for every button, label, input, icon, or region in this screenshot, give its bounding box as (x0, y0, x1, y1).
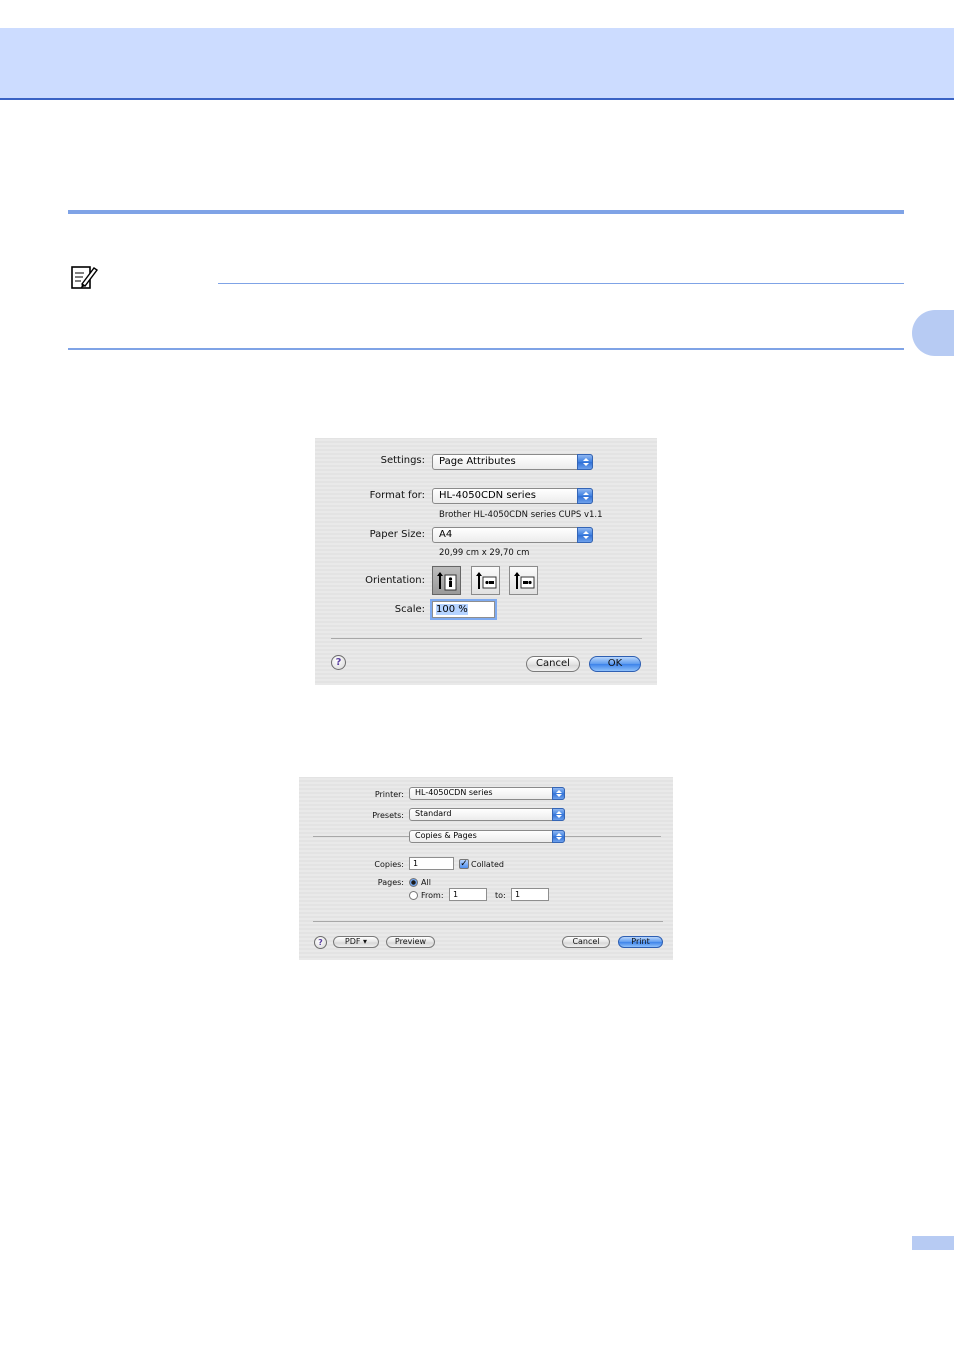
pages-all-label: All (421, 878, 431, 887)
pages-from-radio[interactable] (409, 891, 418, 900)
collated-checkbox[interactable]: ✓ (459, 859, 469, 869)
orientation-portrait-button[interactable] (432, 566, 461, 595)
chapter-tab (912, 310, 954, 356)
popup-arrows-icon (577, 527, 593, 543)
scale-value: 100 % (436, 604, 468, 615)
cancel-button[interactable]: Cancel (526, 656, 580, 672)
popup-arrows-icon (552, 787, 565, 800)
panel-separator-right (565, 836, 661, 837)
pages-from-input[interactable]: 1 (449, 888, 487, 901)
popup-arrows-icon (552, 808, 565, 821)
copies-input[interactable]: 1 (409, 857, 454, 870)
presets-popup[interactable]: Standard (409, 808, 565, 821)
format-for-description: Brother HL-4050CDN series CUPS v1.1 (439, 510, 603, 520)
popup-arrows-icon (577, 488, 593, 504)
paper-size-label: Paper Size: (369, 529, 425, 540)
scale-label: Scale: (394, 604, 425, 615)
reverse-landscape-orientation-icon (514, 572, 535, 589)
orientation-reverse-landscape-button[interactable] (509, 566, 538, 595)
paper-size-value: A4 (439, 529, 453, 540)
printer-popup[interactable]: HL-4050CDN series (409, 787, 565, 800)
format-for-label: Format for: (369, 490, 425, 501)
note-divider (218, 283, 904, 284)
pages-all-radio[interactable] (409, 878, 418, 887)
pages-to-input[interactable]: 1 (511, 888, 549, 901)
print-dialog: Printer: HL-4050CDN series Presets: Stan… (299, 777, 673, 960)
settings-value: Page Attributes (439, 456, 516, 467)
pages-from-label: From: (421, 891, 444, 900)
paper-size-description: 20,99 cm x 29,70 cm (439, 548, 530, 558)
orientation-landscape-button[interactable] (471, 566, 500, 595)
note-icon (70, 264, 99, 290)
pages-to-label: to: (495, 891, 506, 900)
footer-separator (313, 921, 663, 922)
panel-popup[interactable]: Copies & Pages (409, 830, 565, 843)
settings-label: Settings: (380, 455, 425, 466)
preview-button[interactable]: Preview (386, 936, 435, 948)
format-for-value: HL-4050CDN series (439, 490, 536, 501)
landscape-orientation-icon (476, 572, 497, 589)
printer-label: Printer: (374, 790, 404, 799)
panel-value: Copies & Pages (415, 831, 477, 840)
orientation-label: Orientation: (365, 575, 425, 586)
copies-label: Copies: (374, 860, 404, 869)
page-header-band (0, 28, 954, 100)
popup-arrows-icon (577, 454, 593, 470)
print-button[interactable]: Print (618, 936, 663, 948)
portrait-orientation-icon (437, 572, 457, 591)
format-for-popup[interactable]: HL-4050CDN series (432, 488, 593, 504)
pdf-menu-button[interactable]: PDF ▾ (333, 936, 379, 948)
paper-size-popup[interactable]: A4 (432, 527, 593, 543)
collated-label: Collated (471, 860, 504, 869)
settings-popup[interactable]: Page Attributes (432, 454, 593, 470)
note-bottom-divider (68, 348, 904, 350)
printer-value: HL-4050CDN series (415, 788, 493, 797)
help-button[interactable]: ? (331, 655, 346, 670)
dialog-separator (331, 638, 642, 639)
panel-separator-left (313, 836, 409, 837)
ok-button[interactable]: OK (589, 656, 641, 672)
page-number-tab (912, 1236, 954, 1250)
section-divider (68, 210, 904, 214)
pages-label: Pages: (377, 878, 404, 887)
presets-label: Presets: (372, 811, 404, 820)
scale-input[interactable]: 100 % (432, 601, 495, 618)
cancel-button[interactable]: Cancel (562, 936, 610, 948)
popup-arrows-icon (552, 830, 565, 843)
help-button[interactable]: ? (314, 936, 327, 949)
page-setup-dialog: Settings: Page Attributes Format for: HL… (315, 438, 657, 685)
presets-value: Standard (415, 809, 452, 818)
pages-to-text: to: (495, 891, 506, 900)
